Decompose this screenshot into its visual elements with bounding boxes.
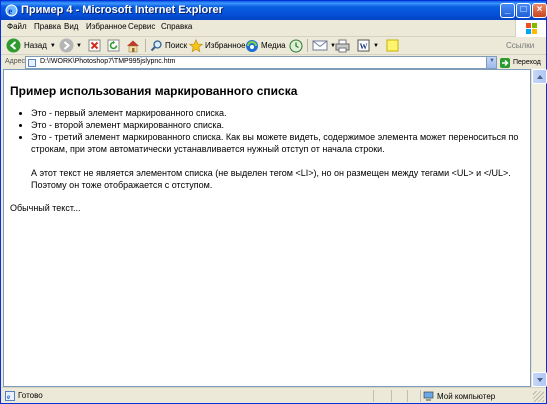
address-bar: Адрес: D:\!WORK\Photoshop7\TMP995jslypnc… <box>1 54 546 69</box>
menu-edit[interactable]: Правка <box>34 22 61 31</box>
ie-logo-icon: e <box>5 4 18 17</box>
page-heading: Пример использования маркированного спис… <box>10 84 298 98</box>
media-button[interactable]: Медиа <box>245 37 286 54</box>
search-label: Поиск <box>165 41 188 50</box>
status-separator <box>391 390 392 402</box>
sticky-note-icon <box>386 39 399 52</box>
plain-text: Обычный текст... <box>10 203 81 213</box>
close-button[interactable]: × <box>532 3 547 18</box>
menu-tools[interactable]: Сервис <box>128 22 155 31</box>
svg-text:W: W <box>360 42 368 51</box>
address-label: Адрес: <box>5 58 27 65</box>
window-title: Пример 4 - Microsoft Internet Explorer <box>21 4 223 16</box>
links-label[interactable]: Ссылки <box>506 41 534 50</box>
chevron-down-icon[interactable]: ▼ <box>50 43 56 49</box>
arrow-down-icon <box>537 378 543 382</box>
favorites-button[interactable]: Избранное <box>189 37 246 54</box>
browser-window: e Пример 4 - Microsoft Internet Explorer… <box>0 0 547 404</box>
address-value: D:\!WORK\Photoshop7\TMP995jslypnc.htm <box>40 58 176 65</box>
list-item: Это - первый элемент маркированного спис… <box>31 107 525 119</box>
zone-label: Мой компьютер <box>437 391 496 401</box>
mail-button[interactable]: ▼ <box>312 37 336 54</box>
svg-text:e: e <box>8 6 12 16</box>
page-content: Пример использования маркированного спис… <box>3 69 531 387</box>
favorites-label: Избранное <box>205 41 246 50</box>
status-separator <box>373 390 374 402</box>
resize-grip[interactable] <box>533 391 544 402</box>
menu-view[interactable]: Вид <box>64 22 78 31</box>
minimize-button[interactable]: _ <box>500 3 515 18</box>
go-label: Переход <box>513 59 541 66</box>
back-arrow-icon <box>6 38 21 53</box>
refresh-button[interactable] <box>107 37 120 54</box>
star-icon <box>189 38 203 52</box>
scroll-down-button[interactable] <box>532 372 547 387</box>
indented-paragraph: А этот текст не является элементом списк… <box>31 168 511 190</box>
toolbar-separator <box>145 39 146 52</box>
word-document-icon: W <box>357 39 370 52</box>
security-zone[interactable]: Мой компьютер <box>423 390 495 402</box>
notes-button[interactable] <box>386 37 399 54</box>
title-bar[interactable]: e Пример 4 - Microsoft Internet Explorer… <box>1 1 547 20</box>
chevron-down-icon[interactable]: ▼ <box>373 43 379 49</box>
back-label: Назад <box>24 41 47 50</box>
svg-text:e: e <box>7 393 10 401</box>
go-arrow-icon <box>500 57 510 68</box>
back-button[interactable]: Назад ▼ <box>6 37 56 54</box>
menu-favorites[interactable]: Избранное <box>86 22 127 31</box>
status-separator <box>420 390 421 402</box>
edit-button[interactable]: W ▼ <box>357 37 379 54</box>
computer-icon <box>423 391 434 401</box>
menu-help[interactable]: Справка <box>161 22 192 31</box>
list-item: Это - второй элемент маркированного спис… <box>31 119 525 131</box>
printer-icon <box>335 39 350 52</box>
bulleted-list: Это - первый элемент маркированного спис… <box>31 107 525 155</box>
scroll-up-button[interactable] <box>532 69 547 84</box>
maximize-button[interactable]: □ <box>516 3 531 18</box>
windows-logo-icon <box>515 20 546 38</box>
toolbar: Назад ▼ ▼ Поиск Избранное Медиа ▼ W ▼ Сс… <box>1 37 546 54</box>
go-button[interactable]: Переход <box>500 56 544 69</box>
address-dropdown-button[interactable]: ▼ <box>486 57 496 68</box>
chevron-down-icon[interactable]: ▼ <box>76 43 82 49</box>
stop-button[interactable] <box>88 37 101 54</box>
page-icon <box>28 59 36 67</box>
search-icon <box>150 40 162 52</box>
mail-icon <box>312 40 328 51</box>
list-item: Это - третий элемент маркированного спис… <box>31 131 525 155</box>
stop-icon <box>88 39 101 52</box>
page-loaded-icon: e <box>5 391 15 401</box>
print-button[interactable] <box>335 37 350 54</box>
menu-bar: Файл Правка Вид Избранное Сервис Справка <box>1 20 546 37</box>
toolbar-separator <box>307 39 308 52</box>
status-text: Готово <box>18 391 43 400</box>
forward-button[interactable]: ▼ <box>59 37 82 54</box>
search-button[interactable]: Поиск <box>150 37 187 54</box>
media-icon <box>246 39 258 52</box>
menu-file[interactable]: Файл <box>7 22 27 31</box>
history-button[interactable] <box>289 37 303 54</box>
forward-arrow-icon <box>59 38 74 53</box>
media-label: Медиа <box>261 41 286 50</box>
history-icon <box>289 39 303 52</box>
vertical-scrollbar[interactable] <box>531 69 547 387</box>
status-separator <box>407 390 408 402</box>
status-bar: e Готово Мой компьютер <box>1 387 546 403</box>
home-icon <box>127 40 139 52</box>
home-button[interactable] <box>126 37 140 54</box>
chevron-down-icon: ▼ <box>489 58 495 64</box>
refresh-icon <box>107 39 120 52</box>
address-input[interactable]: D:\!WORK\Photoshop7\TMP995jslypnc.htm ▼ <box>25 56 497 69</box>
arrow-up-icon <box>537 75 543 79</box>
